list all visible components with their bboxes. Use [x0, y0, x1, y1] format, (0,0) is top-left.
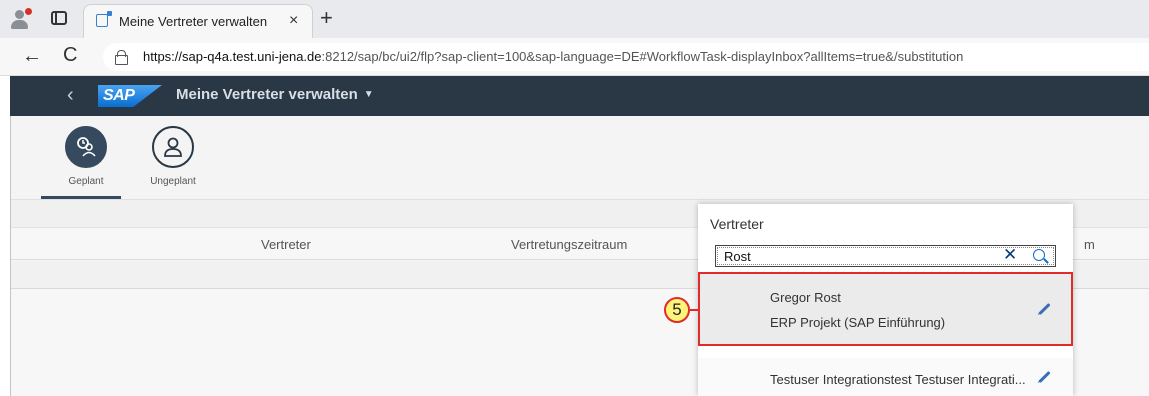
page-favicon-icon	[96, 11, 112, 27]
close-tab-icon[interactable]: ×	[289, 12, 298, 30]
browser-toolbar: ← C https://sap-q4a.test.uni-jena.de:821…	[0, 38, 1149, 76]
reload-icon[interactable]: C	[63, 44, 77, 67]
tab-ungeplant[interactable]: Ungeplant	[137, 126, 209, 187]
clear-icon[interactable]: ✕	[1003, 245, 1017, 265]
tab-label: Ungeplant	[150, 176, 196, 187]
person-icon	[152, 126, 194, 168]
app-title-menu[interactable]: Meine Vertreter verwalten ▼	[176, 86, 374, 103]
sap-shell-bar: ‹ SAP Meine Vertreter verwalten ▼	[10, 76, 1149, 116]
tab-label: Geplant	[68, 176, 104, 187]
back-arrow-icon[interactable]: ←	[22, 45, 42, 68]
search-input[interactable]	[724, 248, 974, 264]
browser-tab[interactable]: Meine Vertreter verwalten ×	[83, 4, 313, 38]
column-header-vertreter[interactable]: Vertreter	[261, 237, 311, 252]
address-bar[interactable]: https://sap-q4a.test.uni-jena.de:8212/sa…	[103, 43, 1149, 71]
icon-tab-bar: Geplant Ungeplant	[11, 116, 1149, 200]
new-tab-icon[interactable]: +	[320, 5, 333, 31]
tab-title: Meine Vertreter verwalten	[119, 14, 268, 29]
step-number-badge: 5	[664, 297, 690, 323]
profile-icon[interactable]	[10, 8, 32, 30]
active-tab-indicator	[41, 196, 121, 199]
browser-tab-strip: Meine Vertreter verwalten × +	[0, 0, 1149, 38]
tab-actions-icon[interactable]	[51, 11, 67, 25]
chevron-down-icon: ▼	[363, 89, 374, 100]
popover-title: Vertreter	[710, 216, 764, 232]
step-highlight-frame	[698, 272, 1073, 346]
sap-logo-text: SAP	[103, 87, 135, 104]
search-icon[interactable]	[1033, 249, 1045, 261]
sap-logo[interactable]: SAP	[98, 85, 162, 107]
people-calendar-icon	[65, 126, 107, 168]
shell-back-icon[interactable]: ‹	[67, 84, 74, 107]
url-path: :8212/sap/bc/ui2/flp?sap-client=100&sap-…	[321, 49, 964, 64]
substitute-name: Testuser Integrationstest Testuser Integ…	[770, 372, 1026, 387]
column-header-vertretungszeitraum[interactable]: Vertretungszeitraum	[511, 237, 627, 252]
tab-geplant[interactable]: Geplant	[50, 126, 122, 187]
url-text[interactable]: https://sap-q4a.test.uni-jena.de:8212/sa…	[143, 49, 963, 64]
list-item[interactable]: Testuser Integrationstest Testuser Integ…	[698, 358, 1073, 396]
url-host: https://sap-q4a.test.uni-jena.de	[143, 49, 322, 64]
step-connector-line	[690, 309, 699, 311]
search-field[interactable]: ✕	[715, 245, 1056, 267]
lock-icon[interactable]	[115, 50, 128, 65]
app-title: Meine Vertreter verwalten	[176, 86, 358, 103]
edit-pencil-icon[interactable]	[1038, 370, 1051, 384]
column-header-partial[interactable]: m	[1084, 237, 1095, 252]
